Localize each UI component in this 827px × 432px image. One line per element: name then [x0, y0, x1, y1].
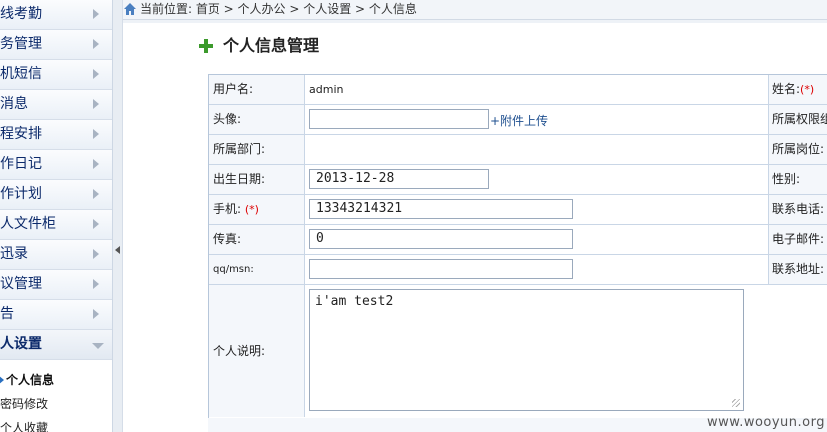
- phone-label: 联系电话:: [768, 195, 827, 224]
- sidebar-item-label: 消息: [0, 96, 28, 112]
- required-mark: (*): [244, 203, 259, 216]
- breadcrumb: 当前位置: 首页 > 个人办公 > 个人设置 > 个人信息: [123, 0, 827, 20]
- qq-input[interactable]: [309, 259, 573, 279]
- breadcrumb-text: 当前位置: 首页 > 个人办公 > 个人设置 > 个人信息: [140, 2, 417, 16]
- sidebar-item-label: 人设置: [0, 336, 42, 352]
- chevron-right-icon: [93, 249, 99, 259]
- fax-label: 传真:: [209, 225, 305, 254]
- sidebar-subitem-password[interactable]: 密码修改: [0, 392, 112, 416]
- main-panel: 个人信息管理 用户名: admin 姓名:(*) 头像: +附件上传 所属权限组…: [123, 23, 827, 432]
- sidebar-subitem-label: 密码修改: [0, 397, 49, 411]
- chevron-right-icon: [93, 159, 99, 169]
- chevron-right-icon: [93, 99, 99, 109]
- birthday-label: 出生日期:: [209, 165, 305, 194]
- sidebar-item-meetings[interactable]: 议管理: [0, 270, 112, 300]
- sidebar-item-label: 告: [0, 306, 14, 322]
- address-label: 联系地址:: [768, 255, 827, 284]
- sidebar-item-work-plan[interactable]: 作计划: [0, 180, 112, 210]
- chevron-right-icon: [93, 279, 99, 289]
- avatar-label: 头像:: [209, 105, 305, 134]
- sidebar-item-label: 作计划: [0, 186, 42, 202]
- form-row-bio: 个人说明: i'am test2: [209, 285, 827, 417]
- sidebar-item-file-cabinet[interactable]: 人文件柜: [0, 210, 112, 240]
- sidebar-subitem-favorites[interactable]: 个人收藏: [0, 416, 112, 432]
- sidebar-item-attendance[interactable]: 线考勤: [0, 0, 112, 30]
- bio-label: 个人说明:: [209, 285, 305, 417]
- permission-group-label: 所属权限组: [768, 105, 827, 134]
- chevron-right-icon: [93, 309, 99, 319]
- sidebar-subitem-label: 个人信息: [6, 373, 55, 387]
- sidebar-item-label: 程安排: [0, 126, 42, 142]
- bio-textarea[interactable]: i'am test2: [309, 289, 744, 411]
- sidebar-item-label: 线考勤: [0, 6, 42, 22]
- sidebar-item-label: 务管理: [0, 36, 42, 52]
- chevron-right-icon: [93, 129, 99, 139]
- form-row-qq: qq/msn: 联系地址:: [209, 255, 827, 285]
- sidebar-item-label: 作日记: [0, 156, 42, 172]
- sidebar: 线考勤 务管理 机短信 消息 程安排 作日记 作计划 人文件柜 迅录 议管理 告…: [0, 0, 113, 432]
- sidebar-collapse-handle[interactable]: [113, 0, 123, 432]
- watermark: www.wooyun.org: [706, 415, 825, 430]
- sidebar-item-contacts[interactable]: 迅录: [0, 240, 112, 270]
- department-label: 所属部门:: [209, 135, 305, 164]
- resize-grip-icon[interactable]: [732, 399, 740, 407]
- sidebar-item-label: 议管理: [0, 276, 42, 292]
- sidebar-item-work-diary[interactable]: 作日记: [0, 150, 112, 180]
- sidebar-item-personal-settings[interactable]: 人设置: [0, 330, 112, 360]
- avatar-file-field[interactable]: [309, 109, 489, 129]
- qq-label: qq/msn:: [209, 255, 305, 284]
- collapse-left-icon: [115, 246, 120, 254]
- page-title: 个人信息管理: [223, 36, 320, 55]
- arrow-right-icon: [0, 375, 4, 385]
- email-label: 电子邮件:: [768, 225, 827, 254]
- sidebar-submenu: 个人信息 密码修改 个人收藏: [0, 360, 112, 432]
- sidebar-item-label: 迅录: [0, 246, 28, 262]
- mobile-label: 手机: (*): [209, 195, 305, 224]
- username-label: 用户名:: [209, 75, 305, 104]
- sidebar-item-messages[interactable]: 消息: [0, 90, 112, 120]
- mobile-input[interactable]: 13343214321: [309, 199, 573, 219]
- sidebar-item-sms[interactable]: 机短信: [0, 60, 112, 90]
- sidebar-item-affairs[interactable]: 务管理: [0, 30, 112, 60]
- form-row-username: 用户名: admin 姓名:(*): [209, 75, 827, 105]
- sidebar-item-notices[interactable]: 告: [0, 300, 112, 330]
- chevron-right-icon: [93, 9, 99, 19]
- form-row-fax: 传真: 0 电子邮件:: [209, 225, 827, 255]
- upload-attachment-link[interactable]: +附件上传: [490, 112, 548, 129]
- fax-input[interactable]: 0: [309, 229, 573, 249]
- sidebar-item-label: 人文件柜: [0, 216, 56, 232]
- realname-label: 姓名:(*): [768, 75, 827, 104]
- sidebar-item-label: 机短信: [0, 66, 42, 82]
- chevron-right-icon: [93, 39, 99, 49]
- sidebar-subitem-label: 个人收藏: [0, 421, 49, 432]
- username-value: admin: [309, 83, 344, 96]
- home-icon: [124, 3, 136, 15]
- chevron-right-icon: [93, 219, 99, 229]
- plus-icon: [199, 39, 213, 53]
- personal-info-form: 用户名: admin 姓名:(*) 头像: +附件上传 所属权限组 所属部门: …: [208, 74, 827, 419]
- birthday-input[interactable]: 2013-12-28: [309, 169, 489, 189]
- bio-text: i'am test2: [315, 294, 394, 309]
- form-row-avatar: 头像: +附件上传 所属权限组: [209, 105, 827, 135]
- chevron-down-icon: [92, 343, 104, 349]
- chevron-right-icon: [93, 69, 99, 79]
- sidebar-subitem-personal-info[interactable]: 个人信息: [0, 368, 112, 392]
- position-label: 所属岗位:: [768, 135, 827, 164]
- required-mark: (*): [800, 83, 815, 96]
- sidebar-item-schedule[interactable]: 程安排: [0, 120, 112, 150]
- chevron-right-icon: [93, 189, 99, 199]
- form-row-department: 所属部门: 所属岗位:: [209, 135, 827, 165]
- gender-label: 性别:: [768, 165, 827, 194]
- form-row-mobile: 手机: (*) 13343214321 联系电话:: [209, 195, 827, 225]
- form-row-birthday: 出生日期: 2013-12-28 性别:: [209, 165, 827, 195]
